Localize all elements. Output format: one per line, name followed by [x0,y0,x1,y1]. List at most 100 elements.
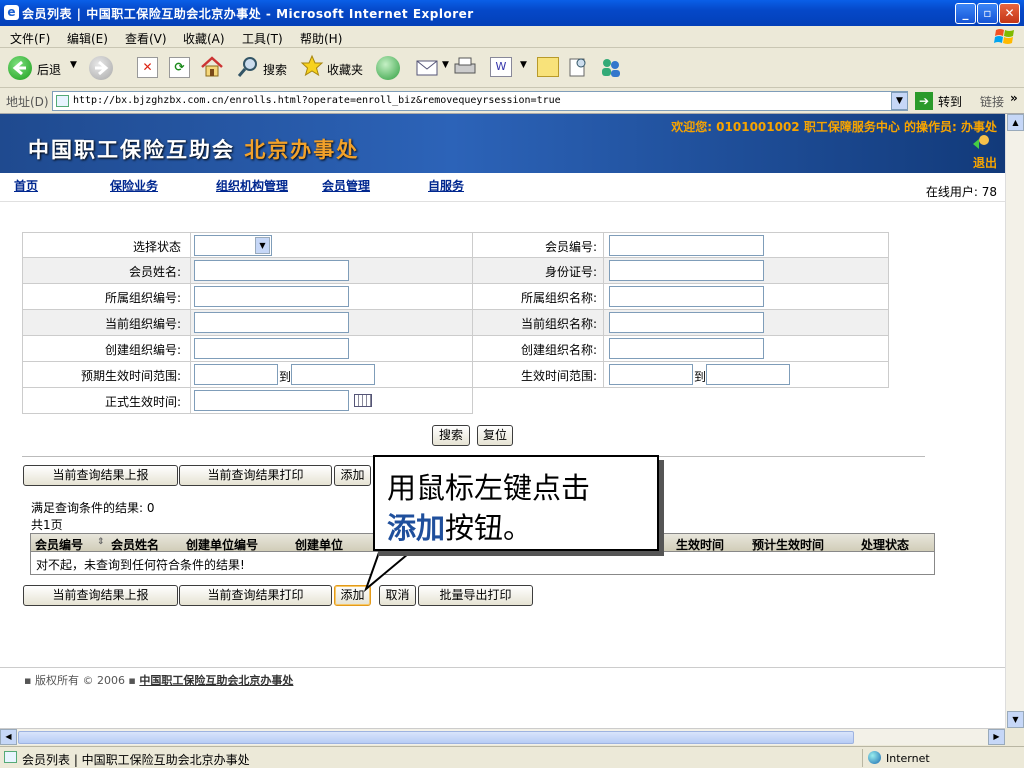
calendar-icon[interactable] [354,394,372,407]
horizontal-scrollbar[interactable]: ◀ ▶ [0,728,1005,745]
cur-org-name-label: 当前组织名称: [520,317,597,331]
home-icon[interactable] [200,55,224,79]
vertical-scrollbar[interactable]: ▲ ▼ [1005,114,1024,728]
back-button-label[interactable]: 后退 [37,61,61,78]
messenger-icon[interactable] [598,55,624,79]
org-no-input[interactable] [194,286,349,307]
effective-from-input[interactable] [609,364,693,385]
go-button[interactable]: 转到 [938,93,962,110]
discuss-icon[interactable] [537,57,559,77]
official-date-input[interactable] [194,390,349,411]
add-button-top[interactable]: 添加 [334,465,371,486]
footer-org-link[interactable]: 中国职工保险互助会北京办事处 [139,674,293,687]
report-button-top[interactable]: 当前查询结果上报 [23,465,178,486]
print-button[interactable]: 当前查询结果打印 [179,585,332,606]
print-button-top[interactable]: 当前查询结果打印 [179,465,332,486]
mail-dropdown-icon[interactable]: ▼ [442,60,449,70]
create-org-name-input[interactable] [609,338,764,359]
footer: ▪ 版权所有 © 2006 ▪ 中国职工保险互助会北京办事处 [24,672,293,688]
id-no-input[interactable] [609,260,764,281]
id-no-label: 身份证号: [544,265,597,279]
research-icon[interactable] [567,55,589,79]
menu-view[interactable]: 查看(V) [125,30,167,47]
scroll-up-icon[interactable]: ▲ [1007,114,1024,131]
print-icon[interactable] [452,56,478,78]
scroll-thumb[interactable] [18,731,854,744]
back-dropdown-icon[interactable]: ▼ [70,60,77,70]
page-count: 共1页 [31,518,63,532]
nav-member-management[interactable]: 会员管理 [322,177,370,194]
search-button-label[interactable]: 搜索 [263,61,287,78]
refresh-icon[interactable]: ⟳ [169,57,190,78]
window-title: 会员列表 | 中国职工保险互助会北京办事处 - Microsoft Intern… [22,7,474,21]
col-create-org[interactable]: 创建单位 [295,536,343,553]
address-dropdown-icon[interactable]: ▼ [891,92,908,110]
effective-to-input[interactable] [706,364,790,385]
address-input[interactable]: http://bx.bjzghzbx.com.cn/enrolls.html?o… [52,91,908,111]
logout-link[interactable]: 退出 [973,154,997,171]
menu-edit[interactable]: 编辑(E) [67,30,108,47]
links-label[interactable]: 链接 [980,93,1004,110]
expected-to-input[interactable] [291,364,375,385]
toolbar: 后退 ▼ ✕ ⟳ 搜索 收藏夹 ▼ W ▼ [0,48,1024,88]
expected-from-input[interactable] [194,364,278,385]
member-name-input[interactable] [194,260,349,281]
address-bar: 地址(D) http://bx.bjzghzbx.com.cn/enrolls.… [0,88,1024,114]
history-icon[interactable] [376,56,400,80]
nav-org-management[interactable]: 组织机构管理 [216,177,288,194]
go-arrow-icon[interactable]: ➔ [915,92,933,110]
org-name-input[interactable] [609,286,764,307]
scroll-down-icon[interactable]: ▼ [1007,711,1024,728]
scroll-left-icon[interactable]: ◀ [0,729,17,745]
form-row-7: 正式生效时间: [22,388,473,414]
nav-self-service[interactable]: 自服务 [428,177,464,194]
user-icon [971,134,993,152]
close-button[interactable]: ✕ [999,3,1020,24]
reset-button[interactable]: 复位 [477,425,513,446]
forward-arrow-icon[interactable] [89,56,113,80]
edit-dropdown-icon[interactable]: ▼ [520,60,527,70]
report-button[interactable]: 当前查询结果上报 [23,585,178,606]
cur-org-no-label: 当前组织编号: [104,317,181,331]
create-org-no-input[interactable] [194,338,349,359]
page-status-icon [4,751,17,763]
menu-favorites[interactable]: 收藏(A) [183,30,225,47]
col-create-org-no[interactable]: 创建单位编号 [186,536,258,553]
search-button[interactable]: 搜索 [432,425,470,446]
favorites-star-icon[interactable] [300,54,324,78]
minimize-button[interactable]: _ [955,3,976,24]
maximize-button[interactable]: ▫ [977,3,998,24]
col-effective-time[interactable]: 生效时间 [676,536,724,553]
scroll-right-icon[interactable]: ▶ [988,729,1005,745]
org-name-label: 所属组织名称: [520,291,597,305]
nav-home[interactable]: 首页 [14,177,38,194]
mail-icon[interactable] [415,56,441,78]
menu-help[interactable]: 帮助(H) [300,30,342,47]
site-banner: 中国职工保险互助会 北京办事处 欢迎您: 0101001002 职工保障服务中心… [0,114,1005,173]
menu-file[interactable]: 文件(F) [10,30,50,47]
col-expected-time[interactable]: 预计生效时间 [752,536,824,553]
back-arrow-icon[interactable] [8,56,32,80]
create-org-name-label: 创建组织名称: [520,343,597,357]
status-select[interactable]: ▼ [194,235,272,256]
links-chevron-icon[interactable]: » [1010,91,1018,105]
nav-insurance[interactable]: 保险业务 [110,177,158,194]
sort-icon[interactable]: ⇕ [97,537,105,547]
callout-line1: 用鼠标左键点击 [387,471,591,505]
col-status[interactable]: 处理状态 [861,536,909,553]
col-member-no[interactable]: 会员编号 [35,536,83,553]
menu-tools[interactable]: 工具(T) [242,30,283,47]
org-no-label: 所属组织编号: [104,291,181,305]
callout-pointer [363,544,422,593]
favorites-button-label[interactable]: 收藏夹 [327,61,363,78]
empty-message: 对不起，未查询到任何符合条件的结果! [36,558,245,572]
member-no-input[interactable] [609,235,764,256]
callout-highlight: 添加 [387,511,446,545]
cur-org-name-input[interactable] [609,312,764,333]
form-row-6: 预期生效时间范围: 到 生效时间范围: 到 [22,362,889,388]
edit-word-icon[interactable]: W [490,57,512,77]
search-icon[interactable] [236,55,260,79]
stop-icon[interactable]: ✕ [137,57,158,78]
cur-org-no-input[interactable] [194,312,349,333]
col-member-name[interactable]: 会员姓名 [111,536,159,553]
